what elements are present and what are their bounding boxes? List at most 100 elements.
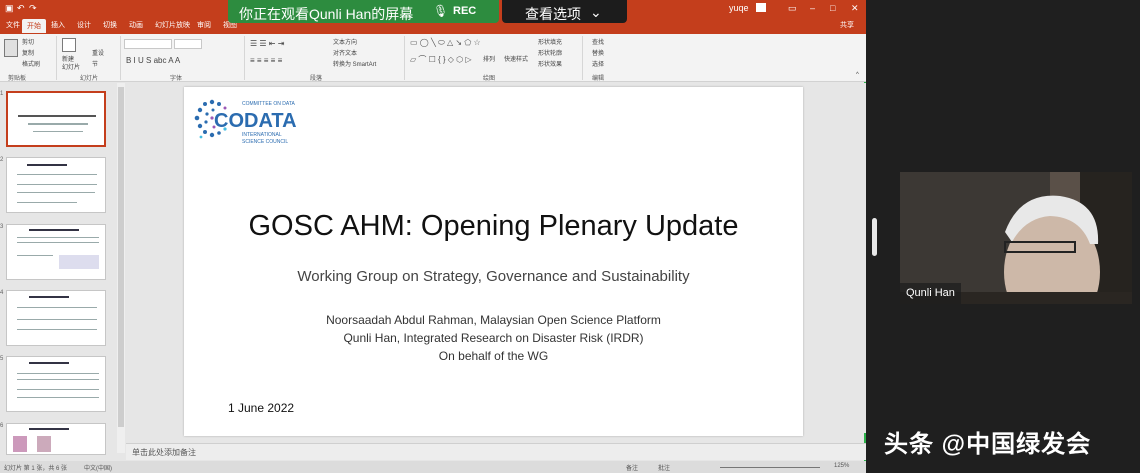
scroll-thumb[interactable] bbox=[118, 87, 124, 427]
minimize-icon[interactable]: – bbox=[810, 3, 815, 13]
text-direction-button[interactable]: 文本方向 bbox=[333, 37, 357, 46]
separator bbox=[404, 36, 405, 80]
group-slides: 幻灯片 bbox=[80, 76, 99, 82]
shapes-gallery[interactable]: ▭ ◯ ╲ ⬭ △ ↘ ⬠ ☆ bbox=[410, 38, 481, 48]
tab-animations[interactable]: 动画 bbox=[129, 20, 143, 30]
logo-bottom-text-2: SCIENCE COUNCIL bbox=[242, 139, 288, 145]
powerpoint-window: ▣ ↶ ↷ yuqe ▭ – □ ✕ 文件 开始 插入 设计 切换 动画 幻灯片… bbox=[0, 0, 866, 473]
redo-icon[interactable]: ↷ bbox=[29, 3, 37, 14]
screen: ▣ ↶ ↷ yuqe ▭ – □ ✕ 文件 开始 插入 设计 切换 动画 幻灯片… bbox=[0, 0, 1140, 473]
thumb-number: 4 bbox=[0, 290, 4, 296]
slide-canvas[interactable]: COMMITTEE ON DATA CODATA INTERNATIONAL S… bbox=[184, 87, 803, 436]
view-options-button[interactable]: 查看选项 ⌄ bbox=[502, 0, 627, 23]
avatar[interactable] bbox=[756, 3, 766, 12]
thumb-photo bbox=[13, 436, 27, 452]
thumb-line bbox=[17, 237, 99, 238]
tab-slideshow[interactable]: 幻灯片放映 bbox=[155, 20, 190, 30]
slide-thumbnail[interactable] bbox=[6, 423, 106, 455]
save-icon[interactable]: ▣ bbox=[5, 3, 14, 14]
notes-pane[interactable]: 单击此处添加备注 bbox=[126, 443, 866, 460]
tab-file[interactable]: 文件 bbox=[6, 20, 20, 30]
ribbon-display-icon[interactable]: ▭ bbox=[788, 3, 797, 14]
slide-thumbnail[interactable] bbox=[6, 224, 106, 280]
group-clipboard: 剪贴板 bbox=[8, 76, 27, 82]
format-painter-button[interactable]: 格式刷 bbox=[22, 59, 40, 68]
undo-icon[interactable]: ↶ bbox=[17, 3, 25, 14]
thumb-line bbox=[17, 184, 97, 185]
slide-subtitle[interactable]: Working Group on Strategy, Governance an… bbox=[184, 268, 803, 285]
thumb-line bbox=[17, 319, 97, 320]
slide-thumbnails: 1 2 3 4 5 6 bbox=[0, 83, 118, 455]
separator bbox=[582, 36, 583, 80]
thumb-line bbox=[29, 362, 69, 364]
shape-effects-button[interactable]: 形状效果 bbox=[538, 59, 562, 68]
cut-button[interactable]: 剪切 bbox=[22, 37, 34, 46]
mic-muted-icon[interactable]: 🎙 bbox=[433, 4, 448, 18]
author-line-3[interactable]: On behalf of the WG bbox=[184, 349, 803, 363]
tab-review[interactable]: 审阅 bbox=[197, 20, 211, 30]
author-line-2[interactable]: Qunli Han, Integrated Research on Disast… bbox=[184, 331, 803, 345]
align-text-button[interactable]: 对齐文本 bbox=[333, 48, 357, 57]
maximize-icon[interactable]: □ bbox=[830, 3, 835, 13]
shape-fill-button[interactable]: 形状填充 bbox=[538, 37, 562, 46]
font-name-box[interactable] bbox=[124, 39, 172, 49]
share-button[interactable]: 共享 bbox=[840, 20, 854, 30]
slide-title[interactable]: GOSC AHM: Opening Plenary Update bbox=[184, 210, 803, 243]
slide-counter: 幻灯片 第 1 张，共 6 张 bbox=[4, 466, 68, 472]
author-line-1[interactable]: Noorsaadah Abdul Rahman, Malaysian Open … bbox=[184, 313, 803, 327]
ribbon: 剪切 复制 格式刷 剪贴板 新建 幻灯片 重设 节 幻灯片 B I U S ab… bbox=[0, 34, 866, 82]
new-slide-label: 幻灯片 bbox=[62, 65, 81, 71]
tab-insert[interactable]: 插入 bbox=[51, 20, 65, 30]
tab-design[interactable]: 设计 bbox=[77, 20, 91, 30]
zoom-level[interactable]: 125% bbox=[834, 463, 849, 469]
separator bbox=[120, 36, 121, 80]
thumb-line bbox=[33, 131, 83, 132]
view-options-label: 查看选项 bbox=[525, 6, 581, 22]
thumb-photo bbox=[37, 436, 51, 452]
collapse-ribbon-icon[interactable]: ^ bbox=[856, 72, 859, 78]
watermark: 头条 @中国绿发会 bbox=[884, 431, 1092, 458]
tab-transitions[interactable]: 切换 bbox=[103, 20, 117, 30]
notes-placeholder: 单击此处添加备注 bbox=[132, 448, 196, 457]
slide-date[interactable]: 1 June 2022 bbox=[228, 401, 294, 415]
shapes-gallery-row2[interactable]: ▱ ⌒ ☐ { } ◇ ⬡ ▷ bbox=[410, 54, 472, 65]
user-name[interactable]: yuqe bbox=[729, 3, 749, 13]
slide-thumbnail[interactable] bbox=[6, 157, 106, 213]
paste-icon[interactable] bbox=[4, 39, 18, 57]
select-button[interactable]: 选择 bbox=[592, 59, 604, 68]
thumb-line bbox=[17, 307, 97, 308]
thumbnail-scrollbar[interactable] bbox=[117, 83, 125, 453]
thumb-line bbox=[29, 229, 79, 231]
smartart-button[interactable]: 转换为 SmartArt bbox=[333, 59, 376, 68]
comments-button[interactable]: 批注 bbox=[658, 463, 670, 472]
replace-button[interactable]: 替换 bbox=[592, 48, 604, 57]
list-buttons[interactable]: ☰ ☰ ⇤ ⇥ bbox=[250, 39, 284, 48]
group-paragraph: 段落 bbox=[310, 76, 323, 82]
close-icon[interactable]: ✕ bbox=[851, 3, 859, 14]
shape-outline-button[interactable]: 形状轮廓 bbox=[538, 48, 562, 57]
thumb-line bbox=[29, 296, 69, 298]
logo-bottom-text-1: INTERNATIONAL bbox=[242, 132, 282, 138]
find-button[interactable]: 查找 bbox=[592, 37, 604, 46]
slide-thumbnail[interactable] bbox=[6, 356, 106, 412]
format-buttons[interactable]: B I U S abc A A bbox=[126, 56, 180, 65]
copy-button[interactable]: 复制 bbox=[22, 48, 34, 57]
align-buttons[interactable]: ≡ ≡ ≡ ≡ ≡ bbox=[250, 56, 282, 65]
arrange-button[interactable]: 排列 bbox=[483, 54, 495, 63]
new-slide-icon[interactable] bbox=[62, 38, 76, 52]
zoom-slider[interactable] bbox=[720, 467, 820, 468]
group-font: 字体 bbox=[170, 76, 183, 82]
slide-thumbnail[interactable] bbox=[6, 91, 106, 147]
notes-button[interactable]: 备注 bbox=[626, 463, 638, 472]
thumb-number: 1 bbox=[0, 91, 4, 97]
panel-resize-handle[interactable] bbox=[872, 218, 877, 256]
quick-styles-button[interactable]: 快速样式 bbox=[504, 54, 528, 63]
thumb-line bbox=[17, 255, 53, 256]
font-size-box[interactable] bbox=[174, 39, 202, 49]
section-button[interactable]: 节 bbox=[92, 59, 98, 68]
tab-home[interactable]: 开始 bbox=[22, 19, 46, 33]
codata-logo: COMMITTEE ON DATA CODATA INTERNATIONAL S… bbox=[194, 99, 297, 145]
reset-button[interactable]: 重设 bbox=[92, 48, 104, 57]
slide-thumbnail[interactable] bbox=[6, 290, 106, 346]
slide-scrollbar[interactable] bbox=[856, 83, 866, 433]
